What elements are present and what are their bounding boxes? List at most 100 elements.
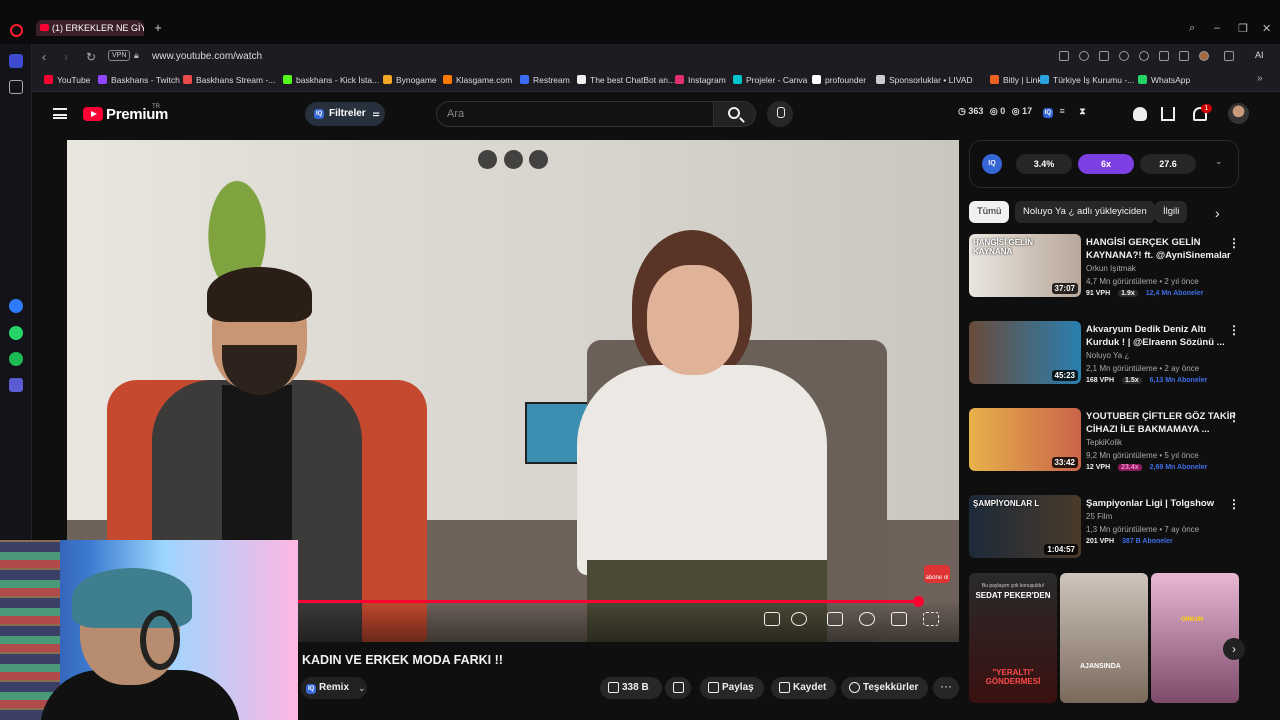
voice-search-icon[interactable]	[767, 101, 793, 127]
new-tab-button[interactable]: +	[152, 21, 164, 34]
vpn-badge[interactable]: VPN	[108, 50, 131, 61]
messenger-icon[interactable]	[9, 299, 23, 313]
bookmark-item[interactable]: Projeler - Canva	[733, 75, 807, 85]
fullscreen-icon[interactable]	[923, 612, 939, 626]
minimize-button[interactable]: –	[1214, 22, 1220, 34]
profile-icon[interactable]	[1199, 51, 1209, 61]
search-button[interactable]	[714, 101, 756, 127]
bookmark-item[interactable]: Bitly | Links	[990, 75, 1046, 85]
menu-icon[interactable]	[53, 108, 67, 119]
video-thumbnail[interactable]: 33:42	[969, 408, 1081, 471]
search-input[interactable]: Ara	[436, 101, 714, 127]
back-button[interactable]: ‹	[42, 50, 46, 64]
share-button[interactable]: Paylaş	[700, 677, 764, 699]
bookmark-item[interactable]: Baskhans Stream -...	[183, 75, 275, 85]
avatar[interactable]	[1228, 103, 1249, 124]
more-options-icon[interactable]: ⋮	[1228, 410, 1240, 424]
bookmark-item[interactable]: WhatsApp	[1138, 75, 1190, 85]
skip-icon[interactable]	[529, 150, 548, 169]
video-title-link[interactable]: Şampiyonlar Ligi | Tolgshow	[1086, 497, 1236, 510]
twitch-icon[interactable]	[9, 378, 23, 392]
subscriber-count: 12,4 Mn Aboneler	[1145, 290, 1204, 297]
thanks-button[interactable]: Teşekkürler	[841, 677, 929, 699]
player-icon[interactable]	[1119, 51, 1129, 61]
short-card[interactable]: ORKUN	[1151, 573, 1239, 703]
lock-icon[interactable]: 🔒︎	[134, 50, 139, 61]
more-options-icon[interactable]: ⋮	[1228, 323, 1240, 337]
chevron-down-icon[interactable]: ⌄	[1215, 156, 1223, 167]
dislike-button[interactable]	[665, 677, 691, 699]
video-thumbnail[interactable]: 45:23	[969, 321, 1081, 384]
video-thumbnail[interactable]: ŞAMPİYONLAR L 1:04:57	[969, 495, 1081, 558]
settings-icon[interactable]	[859, 612, 875, 626]
url-field[interactable]: www.youtube.com/watch	[152, 51, 262, 62]
hourglass-icon[interactable]: ⧗	[1079, 106, 1085, 116]
bookmark-item[interactable]: YouTube	[44, 75, 90, 85]
search-tabs-icon[interactable]: ⌕	[1189, 22, 1195, 35]
chip-uploader[interactable]: Noluyo Ya ¿ adlı yükleyiciden	[1015, 201, 1155, 223]
extensions-icon[interactable]	[1224, 51, 1234, 61]
progress-knob[interactable]	[913, 596, 924, 607]
chip-all[interactable]: Tümü	[969, 201, 1010, 223]
adblock-icon[interactable]	[1079, 51, 1089, 61]
shorts-next-button[interactable]: ›	[1223, 638, 1245, 660]
progress-bar[interactable]	[297, 600, 919, 603]
save-button[interactable]: Kaydet	[771, 677, 837, 699]
bookmark-item[interactable]: Baskhans - Twitch	[98, 75, 180, 85]
bookmark-item[interactable]: baskhans - Kick İsta...	[283, 75, 379, 85]
close-window-button[interactable]: ✕	[1262, 22, 1271, 35]
video-title-link[interactable]: YOUTUBER ÇİFTLER GÖZ TAKİP CİHAZI İLE BA…	[1086, 410, 1236, 436]
list-icon[interactable]: ≡	[1060, 106, 1065, 116]
filter-button[interactable]: IQ Filtreler ⚌	[305, 102, 385, 126]
subtitles-icon[interactable]	[827, 612, 843, 626]
shield-icon[interactable]	[1099, 51, 1109, 61]
more-options-icon[interactable]: ⋮	[1228, 497, 1240, 511]
tab-youtube[interactable]: (1) ERKEKLER NE GİYDİĞİ	[36, 20, 144, 36]
short-card[interactable]: Bu paylaşım çok konuşuldu! SEDAT PEKER'D…	[969, 573, 1057, 703]
forward-button[interactable]: ›	[64, 50, 68, 64]
bookmark-item[interactable]: Türkiye İş Kurumu -...	[1040, 75, 1134, 85]
bookmark-item[interactable]: profounder	[812, 75, 866, 85]
whatsapp-icon[interactable]	[9, 326, 23, 340]
bookmark-item[interactable]: The best ChatBot an...	[577, 75, 675, 85]
home-icon[interactable]	[9, 54, 23, 68]
ai-button[interactable]: AI	[1255, 50, 1264, 60]
download-icon[interactable]	[1159, 51, 1169, 61]
more-options-icon[interactable]: ⋮	[1228, 236, 1240, 250]
screenshot-icon[interactable]	[1059, 51, 1069, 61]
bookmark-item[interactable]: Instagram	[675, 75, 726, 85]
pause-icon[interactable]	[791, 612, 807, 626]
maximize-button[interactable]: ❐	[1238, 22, 1248, 35]
menu-icon[interactable]	[1179, 51, 1189, 61]
bookmark-item[interactable]: Restream	[520, 75, 570, 85]
channel-name: Orkun Işıtmak	[1086, 264, 1136, 273]
like-button[interactable]: 338 B	[600, 677, 662, 699]
chevron-down-icon[interactable]: ⌄	[358, 683, 366, 694]
subscribe-watermark[interactable]: abone ol	[924, 565, 950, 583]
video-thumbnail[interactable]: HANGİSİ GELİN KAYNANA 37:07	[969, 234, 1081, 297]
opera-logo-icon[interactable]	[10, 24, 23, 37]
short-card[interactable]: AJANSINDA	[1060, 573, 1148, 703]
chevron-right-icon[interactable]: ›	[1215, 205, 1220, 221]
iq-icon[interactable]: IQ	[1042, 108, 1054, 118]
miniplayer-icon[interactable]	[478, 150, 497, 169]
video-title-link[interactable]: Akvaryum Dedik Deniz Altı Kurduk ! | @El…	[1086, 323, 1236, 349]
pinboard-icon[interactable]	[9, 80, 23, 94]
upload-icon[interactable]	[1161, 107, 1175, 121]
effects-icon[interactable]	[504, 150, 523, 169]
chip-related[interactable]: İlgili	[1155, 201, 1188, 223]
youtube-logo-icon[interactable]	[83, 107, 103, 121]
theater-icon[interactable]	[891, 612, 907, 626]
video-meta: 2,1 Mn görüntüleme • 2 ay önce	[1086, 364, 1200, 373]
bookmarks-overflow-icon[interactable]: »	[1257, 73, 1263, 84]
bookmark-item[interactable]: Klasgame.com	[443, 75, 512, 85]
bookmark-item[interactable]: Sponsorluklar • LIVAD	[876, 75, 973, 85]
video-title-link[interactable]: HANGİSİ GERÇEK GELİN KAYNANA?! ft. @Ayni…	[1086, 236, 1236, 262]
iq-player-icon[interactable]	[764, 612, 780, 626]
reload-button[interactable]: ↻	[86, 50, 96, 64]
more-actions-button[interactable]: ···	[933, 677, 959, 699]
bookmark-item[interactable]: Bynogame	[383, 75, 437, 85]
extension-icon[interactable]	[1133, 107, 1147, 121]
spotify-icon[interactable]	[9, 352, 23, 366]
heart-icon[interactable]	[1139, 51, 1149, 61]
